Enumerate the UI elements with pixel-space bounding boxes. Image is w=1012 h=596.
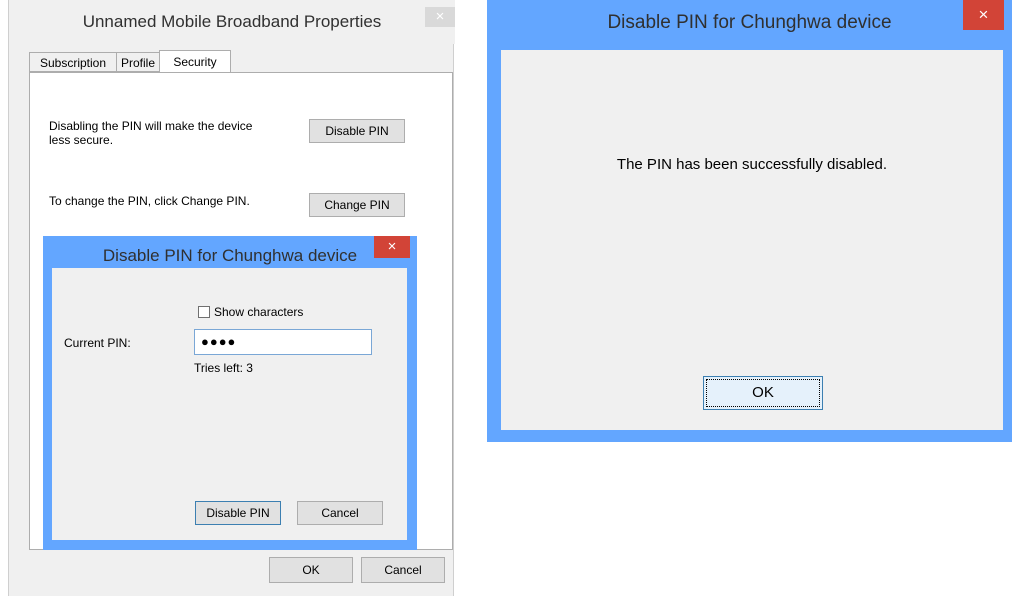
tries-left-text: Tries left: 3 bbox=[194, 361, 253, 375]
properties-title-bar[interactable]: Unnamed Mobile Broadband Properties bbox=[9, 0, 455, 44]
close-icon: × bbox=[387, 238, 397, 255]
disable-pin-dialog-body: Show characters Current PIN: ●●●● Tries … bbox=[52, 268, 407, 540]
pin-disabled-dialog-close-button[interactable]: × bbox=[963, 0, 1004, 30]
disable-pin-text-line2: less secure. bbox=[49, 133, 114, 147]
success-message: The PIN has been successfully disabled. bbox=[616, 156, 888, 173]
disable-pin-text-line1: Disabling the PIN will make the device bbox=[49, 119, 253, 133]
confirm-disable-pin-button[interactable]: Disable PIN bbox=[195, 501, 281, 525]
disable-pin-description: Disabling the PIN will make the device l… bbox=[49, 119, 309, 147]
pin-disabled-dialog-body: The PIN has been successfully disabled. … bbox=[501, 50, 1003, 430]
tab-profile[interactable]: Profile bbox=[116, 52, 160, 72]
properties-title: Unnamed Mobile Broadband Properties bbox=[82, 12, 382, 31]
pin-dialog-cancel-button[interactable]: Cancel bbox=[297, 501, 383, 525]
disable-pin-dialog-close-button[interactable]: × bbox=[374, 236, 410, 258]
show-characters-checkbox[interactable] bbox=[198, 306, 210, 318]
current-pin-label: Current PIN: bbox=[64, 336, 131, 350]
tab-subscription[interactable]: Subscription bbox=[29, 52, 117, 72]
properties-close-button[interactable]: × bbox=[425, 7, 455, 27]
close-icon: × bbox=[435, 8, 445, 25]
cancel-button[interactable]: Cancel bbox=[361, 557, 445, 583]
disable-pin-button[interactable]: Disable PIN bbox=[309, 119, 405, 143]
success-ok-button[interactable]: OK bbox=[703, 376, 823, 410]
show-characters-label[interactable]: Show characters bbox=[214, 305, 303, 319]
change-pin-description: To change the PIN, click Change PIN. bbox=[49, 194, 250, 208]
success-ok-label: OK bbox=[752, 384, 774, 401]
disable-pin-dialog: Disable PIN for Chunghwa device × Show c… bbox=[43, 236, 417, 550]
pin-disabled-dialog: Disable PIN for Chunghwa device × The PI… bbox=[487, 0, 1012, 442]
disable-pin-dialog-title: Disable PIN for Chunghwa device bbox=[102, 246, 358, 265]
tab-security[interactable]: Security bbox=[159, 50, 231, 74]
ok-button[interactable]: OK bbox=[269, 557, 353, 583]
current-pin-input[interactable]: ●●●● bbox=[194, 329, 372, 355]
pin-disabled-dialog-title: Disable PIN for Chunghwa device bbox=[607, 12, 892, 33]
change-pin-button[interactable]: Change PIN bbox=[309, 193, 405, 217]
close-icon: × bbox=[978, 5, 989, 24]
